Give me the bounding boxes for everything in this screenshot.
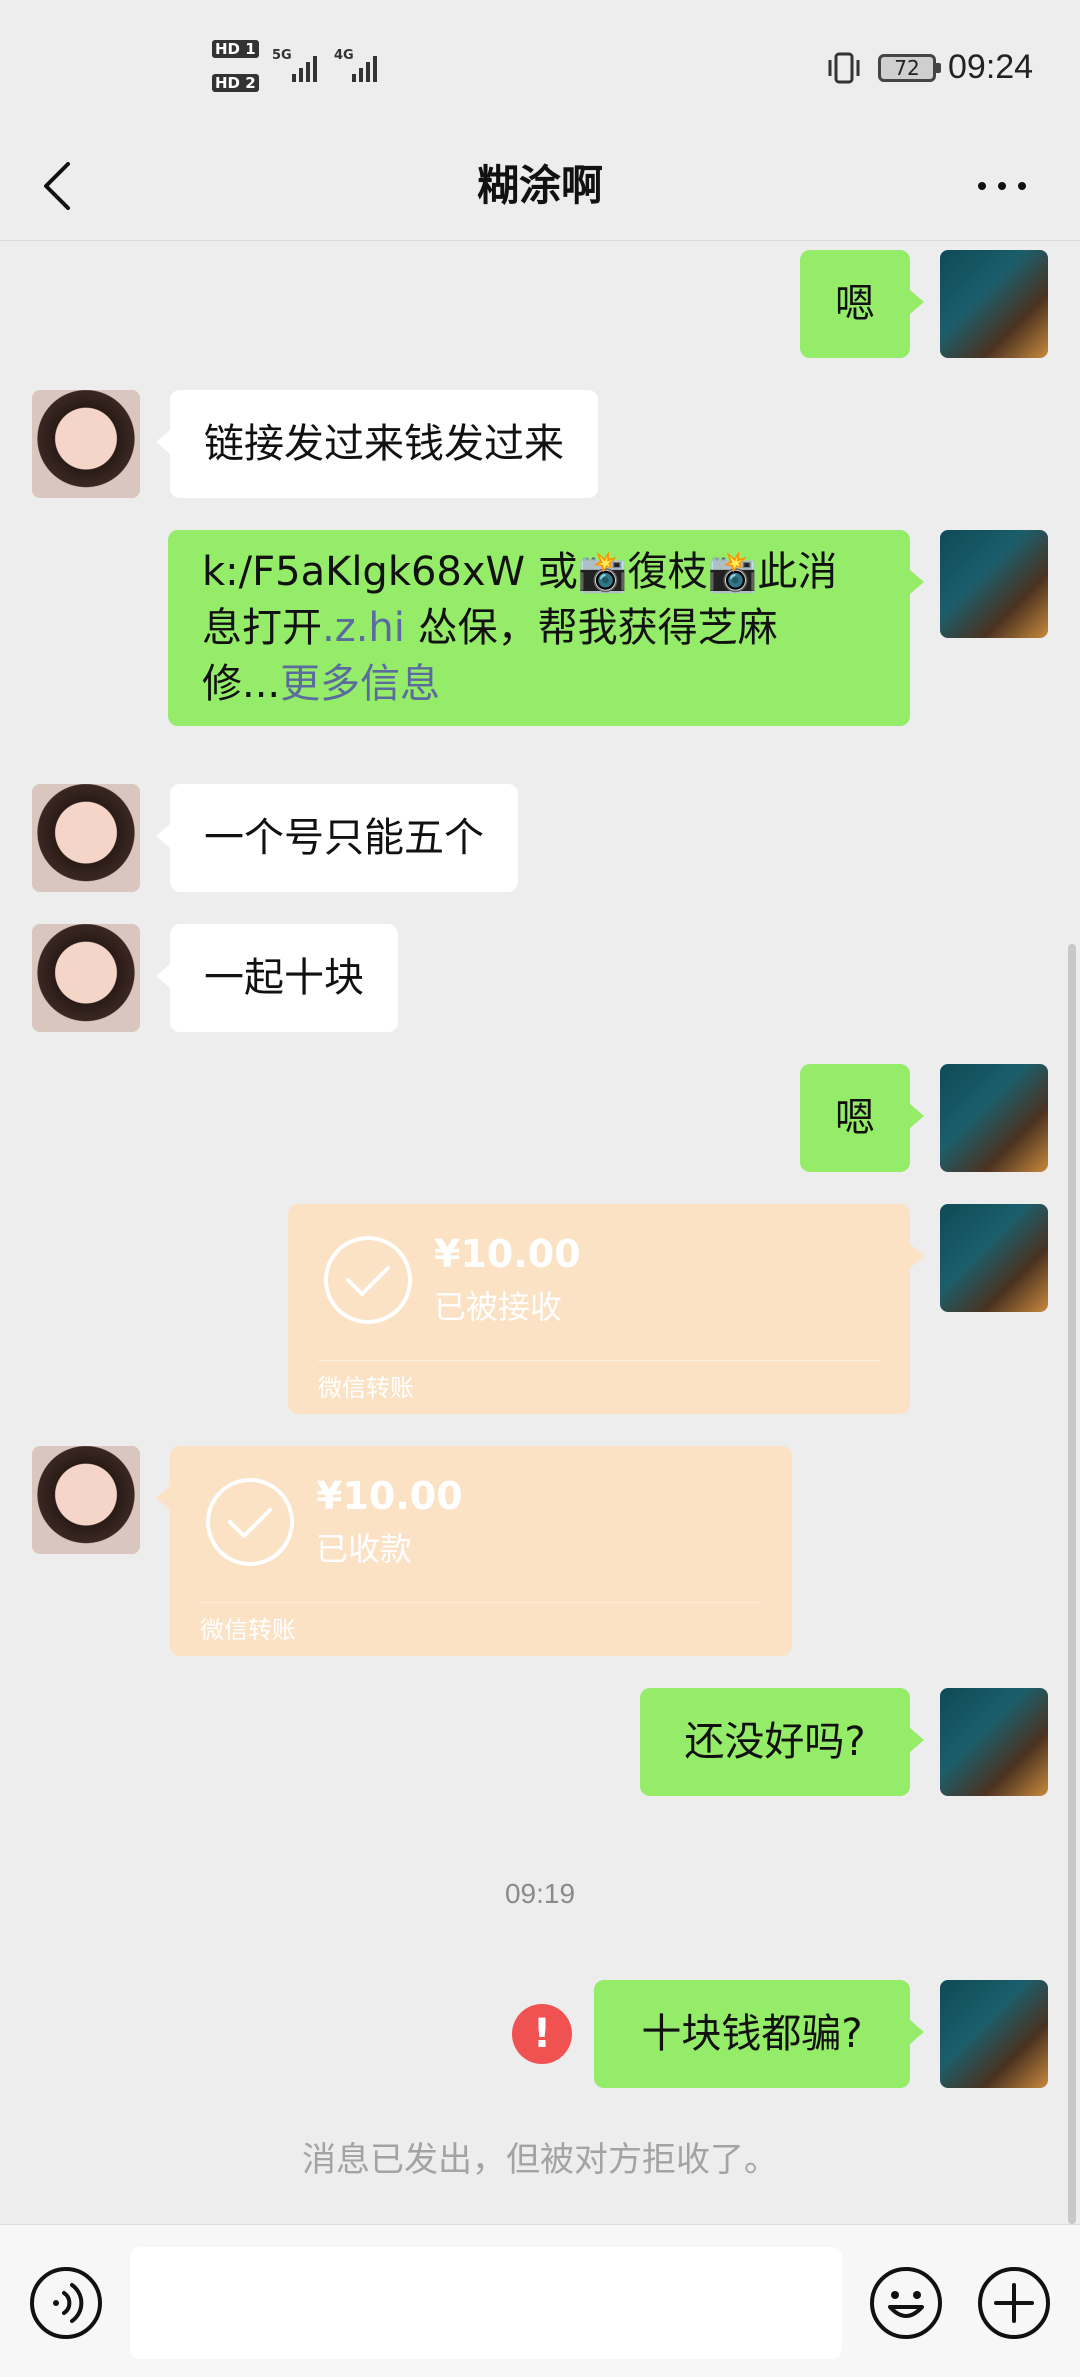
message-text: 一个号只能五个 xyxy=(204,815,484,861)
message-bubble-sent[interactable]: 嗯 xyxy=(800,250,924,358)
message-text: 十块钱都骗? xyxy=(641,2011,863,2057)
message-text: 一起十块 xyxy=(204,955,364,1001)
header-divider xyxy=(0,240,1080,241)
signal-icon-2 xyxy=(352,52,377,82)
message-input[interactable] xyxy=(130,2247,842,2359)
transfer-amount: ¥10.00 xyxy=(316,1474,463,1518)
avatar-contact[interactable] xyxy=(32,390,140,498)
message-bubble-received[interactable]: 一起十块 xyxy=(156,924,398,1032)
message-bubble-sent[interactable]: 还没好吗? xyxy=(640,1688,924,1796)
message-link[interactable]: .z.hi xyxy=(322,605,405,651)
message-bubble-received[interactable]: 链接发过来钱发过来 xyxy=(156,390,598,498)
avatar-self[interactable] xyxy=(940,1204,1048,1312)
avatar-contact[interactable] xyxy=(32,784,140,892)
scrollbar[interactable] xyxy=(1068,944,1076,2224)
voice-icon[interactable] xyxy=(28,2265,104,2341)
avatar-contact[interactable] xyxy=(32,924,140,1032)
transfer-label: 微信转账 xyxy=(200,1616,296,1644)
chat-timestamp: 09:19 xyxy=(504,1878,576,1909)
message-text: 链接发过来钱发过来 xyxy=(204,421,564,467)
battery-icon: 72 xyxy=(878,54,941,82)
avatar-self[interactable] xyxy=(940,250,1048,358)
transfer-status: 已被接收 xyxy=(434,1288,563,1326)
transfer-label: 微信转账 xyxy=(318,1374,414,1402)
send-failed-icon[interactable]: ! xyxy=(512,2004,572,2064)
rejected-notice: 消息已发出，但被对方拒收了。 xyxy=(302,2140,778,2180)
status-time: 09:24 xyxy=(948,48,1034,86)
status-bar: HD 1 HD 2 5G 4G 72 09:24 xyxy=(0,0,1080,130)
vibrate-icon xyxy=(828,52,860,84)
avatar-self[interactable] xyxy=(940,1688,1048,1796)
check-circle-icon xyxy=(206,1478,294,1566)
transfer-card-received[interactable]: ¥10.00 已收款 微信转账 xyxy=(156,1446,792,1656)
transfer-card-sent[interactable]: ¥10.00 已被接收 微信转账 xyxy=(288,1204,924,1414)
message-bubble-received[interactable]: 一个号只能五个 xyxy=(156,784,518,892)
network-5g-label: 5G xyxy=(272,48,292,63)
transfer-status: 已收款 xyxy=(316,1530,413,1568)
message-line-1: k:/F5aKlgk68xW 或📸復枝📸此消 xyxy=(202,549,838,595)
avatar-self[interactable] xyxy=(940,1064,1048,1172)
message-bubble-sent-link[interactable]: k:/F5aKlgk68xW 或📸復枝📸此消 息打开.z.hi 怂保，帮我获得芝… xyxy=(168,530,924,726)
message-bubble-sent[interactable]: 十块钱都骗? xyxy=(594,1980,924,2088)
message-text: 嗯 xyxy=(835,1095,875,1141)
message-bubble-sent[interactable]: 嗯 xyxy=(800,1064,924,1172)
chat-header: 糊涂啊 xyxy=(0,130,1080,242)
avatar-self[interactable] xyxy=(940,530,1048,638)
message-text: 还没好吗? xyxy=(684,1719,866,1765)
sim1-badge: HD 1 xyxy=(212,40,259,58)
signal-icon xyxy=(292,52,317,82)
more-info-link[interactable]: 更多信息 xyxy=(280,661,440,707)
avatar-self[interactable] xyxy=(940,1980,1048,2088)
emoji-icon[interactable] xyxy=(868,2265,944,2341)
message-line-2: 息打开.z.hi 怂保，帮我获得芝麻 xyxy=(202,605,778,651)
message-text: 嗯 xyxy=(835,281,875,327)
sim2-badge: HD 2 xyxy=(212,74,259,92)
message-line-3: 修...更多信息 xyxy=(202,661,441,707)
input-bar xyxy=(0,2224,1080,2377)
page-title: 糊涂啊 xyxy=(476,161,603,210)
ellipsis-icon[interactable] xyxy=(972,166,1032,206)
network-4g-label: 4G xyxy=(334,48,354,63)
plus-icon[interactable] xyxy=(976,2265,1052,2341)
avatar-contact[interactable] xyxy=(32,1446,140,1554)
transfer-amount: ¥10.00 xyxy=(434,1232,581,1276)
check-circle-icon xyxy=(324,1236,412,1324)
